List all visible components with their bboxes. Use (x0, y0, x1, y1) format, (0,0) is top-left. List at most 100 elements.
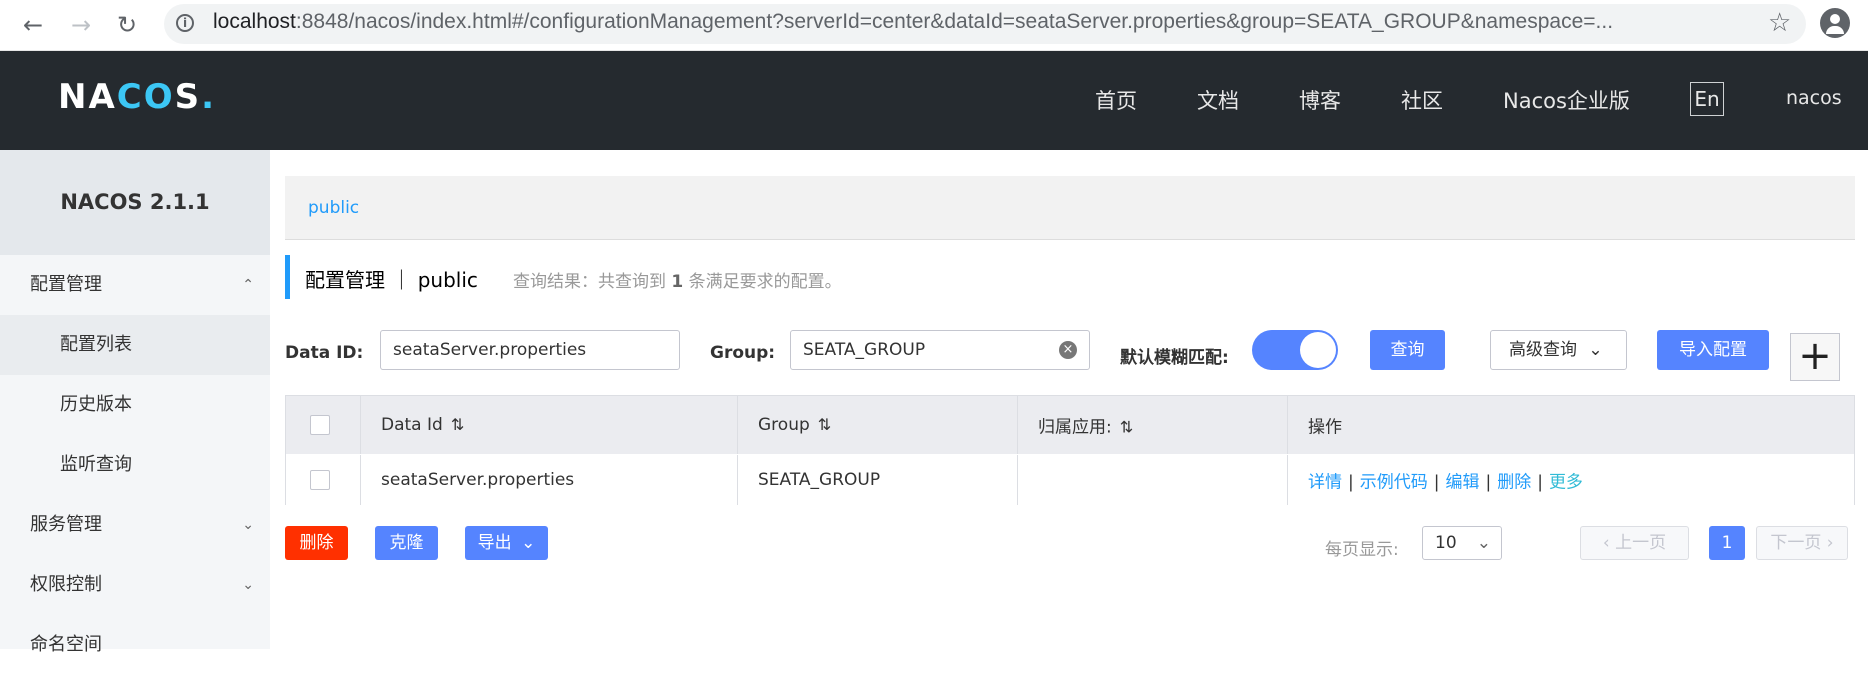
user-name[interactable]: nacos (1786, 87, 1842, 109)
row-select-cell (286, 455, 361, 505)
row-group: SEATA_GROUP (738, 455, 1018, 505)
sidebar-item-label: 监听查询 (60, 454, 132, 475)
browser-toolbar: ← → ↻ i localhost:8848/nacos/index.html#… (0, 0, 1868, 51)
page-title: 配置管理 ｜ public (305, 268, 478, 292)
nav-enterprise[interactable]: Nacos企业版 (1503, 85, 1630, 115)
sidebar-item-history[interactable]: 历史版本 (0, 375, 270, 435)
sidebar-item-label: 命名空间 (30, 634, 102, 655)
config-table: Data Id ⇅ Group ⇅ 归属应用: ⇅ 操作 seataServer.pr… (285, 395, 1855, 505)
url-text[interactable]: localhost:8848/nacos/index.html#/configu… (213, 10, 1753, 34)
separator: | (1485, 472, 1492, 493)
header-data-id-label: Data Id (381, 415, 443, 435)
header-operations-label: 操作 (1308, 417, 1342, 438)
chevron-left-icon: ‹ (1602, 533, 1610, 553)
export-label: 导出 (477, 533, 512, 553)
row-data-id: seataServer.properties (361, 455, 738, 505)
sidebar-version: NACOS 2.1.1 (0, 150, 270, 255)
namespace-public-link[interactable]: public (308, 198, 359, 218)
group-label: Group: (710, 343, 776, 363)
group-input[interactable]: SEATA_GROUP × (790, 330, 1090, 370)
sidebar-item-label: 权限控制 (30, 574, 102, 595)
add-config-button[interactable]: + (1790, 333, 1840, 381)
header-group-label: Group (758, 415, 810, 435)
row-group-value: SEATA_GROUP (758, 470, 881, 490)
advanced-query-button[interactable]: 高级查询 ⌄ (1490, 330, 1627, 370)
logo-text-c: S (174, 77, 202, 117)
data-id-input[interactable]: seataServer.properties (380, 330, 680, 370)
delete-link[interactable]: 删除 (1497, 473, 1531, 493)
next-page-button[interactable]: 下一页 › (1756, 526, 1848, 560)
site-info-icon[interactable]: i (176, 14, 194, 32)
forward-arrow-icon[interactable]: → (66, 10, 96, 40)
sidebar-item-service-management[interactable]: 服务管理 ⌄ (0, 495, 270, 555)
logo-text-b: CO (116, 77, 175, 117)
nacos-logo[interactable]: NACOS. (58, 77, 216, 117)
header-group[interactable]: Group ⇅ (738, 396, 1018, 454)
chevron-down-icon: ⌄ (242, 577, 254, 593)
header-select-cell (286, 396, 361, 454)
sidebar: NACOS 2.1.1 配置管理 ⌃ 配置列表 历史版本 监听查询 服务管理 ⌄… (0, 150, 270, 655)
result-count: 1 (671, 272, 684, 292)
group-input-value: SEATA_GROUP (803, 340, 926, 360)
delete-button[interactable]: 删除 (285, 526, 348, 560)
separator: | (1433, 472, 1440, 493)
fuzzy-match-toggle[interactable] (1252, 330, 1338, 370)
bookmark-star-icon[interactable]: ☆ (1768, 8, 1791, 38)
sidebar-item-access-control[interactable]: 权限控制 ⌄ (0, 555, 270, 615)
sidebar-item-listener-query[interactable]: 监听查询 (0, 435, 270, 495)
row-operations: 详情 | 示例代码 | 编辑 | 删除 | 更多 (1288, 455, 1854, 505)
sort-icon[interactable]: ⇅ (1120, 418, 1133, 437)
table-header: Data Id ⇅ Group ⇅ 归属应用: ⇅ 操作 (286, 396, 1854, 454)
sidebar-item-label: 配置管理 (30, 274, 102, 295)
clear-icon[interactable]: × (1059, 341, 1077, 359)
sidebar-item-config-management[interactable]: 配置管理 ⌃ (0, 255, 270, 315)
app-header: NACOS. 首页 文档 博客 社区 Nacos企业版 En nacos (0, 51, 1868, 150)
chevron-right-icon: › (1826, 533, 1834, 553)
result-prefix: 查询结果：共查询到 (513, 272, 672, 292)
more-link[interactable]: 更多 (1549, 473, 1583, 493)
nav-home[interactable]: 首页 (1095, 85, 1137, 115)
row-checkbox[interactable] (310, 470, 330, 490)
nav-community[interactable]: 社区 (1401, 85, 1443, 115)
language-toggle-button[interactable]: En (1690, 82, 1724, 116)
import-config-button[interactable]: 导入配置 (1657, 330, 1769, 370)
prev-page-label: 上一页 (1615, 533, 1667, 553)
header-data-id[interactable]: Data Id ⇅ (361, 396, 738, 454)
sort-icon[interactable]: ⇅ (818, 415, 831, 434)
header-app[interactable]: 归属应用: ⇅ (1018, 396, 1288, 454)
separator: | (1537, 472, 1543, 493)
profile-avatar-icon[interactable] (1820, 8, 1850, 38)
url-path: :8848/nacos/index.html#/configurationMan… (295, 10, 1614, 33)
per-page-select[interactable]: 10 ⌄ (1422, 526, 1502, 560)
export-button[interactable]: 导出 ⌄ (465, 526, 548, 560)
toggle-knob (1300, 332, 1336, 368)
advanced-query-label: 高级查询 (1509, 340, 1577, 360)
sidebar-item-label: 服务管理 (30, 514, 102, 535)
sample-code-link[interactable]: 示例代码 (1360, 473, 1428, 493)
main-content: public 配置管理 ｜ public 查询结果：共查询到 1 条满足要求的配… (270, 150, 1868, 649)
back-arrow-icon[interactable]: ← (18, 10, 48, 40)
query-button[interactable]: 查询 (1370, 330, 1445, 370)
chevron-up-icon: ⌃ (242, 277, 254, 293)
prev-page-button[interactable]: ‹ 上一页 (1580, 526, 1689, 560)
nav-blog[interactable]: 博客 (1299, 85, 1341, 115)
table-row: seataServer.properties SEATA_GROUP 详情 | 示例… (286, 455, 1854, 505)
title-accent-bar (285, 255, 290, 299)
detail-link[interactable]: 详情 (1308, 473, 1342, 493)
sidebar-item-config-list[interactable]: 配置列表 (0, 315, 270, 375)
per-page-label: 每页显示: (1325, 540, 1399, 560)
reload-icon[interactable]: ↻ (112, 10, 142, 40)
edit-link[interactable]: 编辑 (1445, 473, 1479, 493)
chevron-down-icon: ⌄ (1476, 533, 1491, 553)
select-all-checkbox[interactable] (310, 415, 330, 435)
nav-docs[interactable]: 文档 (1197, 85, 1239, 115)
sidebar-item-namespace[interactable]: 命名空间 (0, 615, 270, 675)
row-app (1018, 455, 1288, 505)
next-page-label: 下一页 (1770, 533, 1822, 553)
sort-icon[interactable]: ⇅ (451, 415, 464, 434)
header-operations: 操作 (1288, 396, 1854, 454)
per-page-value: 10 (1435, 533, 1457, 553)
header-app-label: 归属应用: (1038, 417, 1112, 438)
clone-button[interactable]: 克隆 (375, 526, 438, 560)
current-page-button[interactable]: 1 (1709, 526, 1745, 560)
